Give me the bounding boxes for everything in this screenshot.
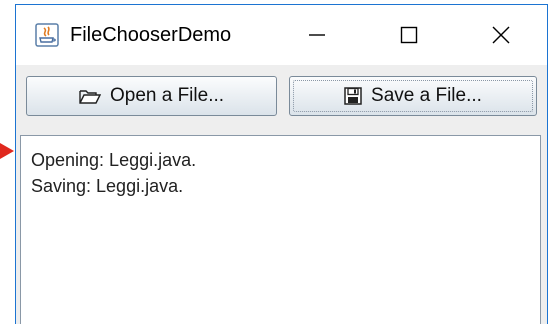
open-file-button[interactable]: Open a File... xyxy=(26,76,277,116)
minimize-button[interactable] xyxy=(271,5,363,65)
title-bar[interactable]: FileChooserDemo xyxy=(16,5,547,65)
log-text-area[interactable]: Opening: Leggi.java. Saving: Leggi.java. xyxy=(20,135,541,324)
log-line: Opening: Leggi.java. xyxy=(31,150,197,170)
caption-buttons xyxy=(271,5,547,65)
open-file-label: Open a File... xyxy=(109,85,225,106)
save-file-button[interactable]: Save a File... xyxy=(289,76,537,116)
close-icon xyxy=(492,26,510,44)
close-button[interactable] xyxy=(455,5,547,65)
minimize-icon xyxy=(309,34,325,36)
screen: FileChooserDemo Open a File... Save a Fi… xyxy=(0,0,549,324)
floppy-disk-icon xyxy=(344,87,362,105)
pointer-arrow-icon xyxy=(0,143,14,159)
java-app-icon[interactable] xyxy=(34,22,60,48)
folder-open-icon xyxy=(79,88,101,104)
maximize-button[interactable] xyxy=(363,5,455,65)
save-file-label: Save a File... xyxy=(371,85,482,106)
maximize-icon xyxy=(400,26,418,44)
log-line: Saving: Leggi.java. xyxy=(31,176,184,196)
file-chooser-demo-window: FileChooserDemo Open a File... Save a Fi… xyxy=(15,4,548,324)
window-title: FileChooserDemo xyxy=(70,23,232,46)
button-toolbar: Open a File... Save a File... xyxy=(16,65,547,135)
